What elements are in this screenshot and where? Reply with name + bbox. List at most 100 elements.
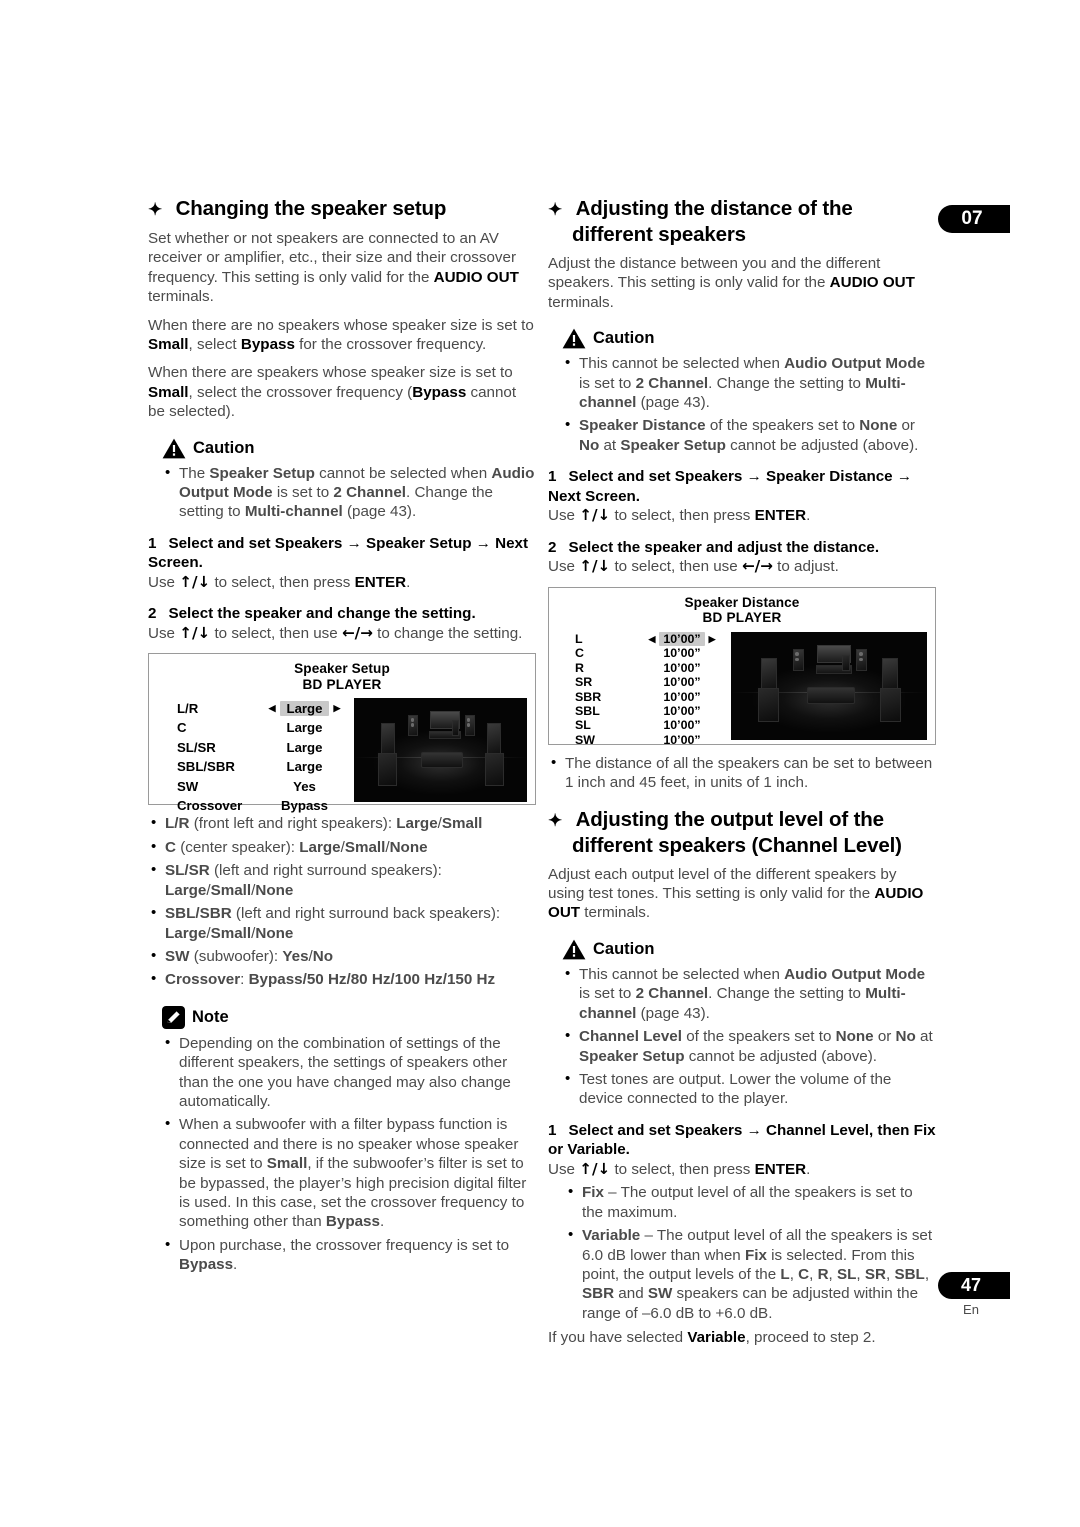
- osd-value[interactable]: Large: [279, 700, 330, 716]
- osd-value[interactable]: 10’00”: [659, 632, 705, 647]
- osd-value[interactable]: Bypass: [281, 798, 328, 813]
- warning-triangle-icon: [562, 328, 586, 349]
- osd-title: Speaker Distance: [684, 594, 800, 610]
- osd-value[interactable]: Large: [287, 740, 323, 755]
- note-item: Upon purchase, the crossover frequency i…: [162, 1235, 536, 1275]
- step-1: 1 Select and set Speakers → Speaker Setup…: [148, 534, 529, 592]
- note-body: Depending on the combination of settings…: [162, 1033, 536, 1275]
- caution-label: Caution: [593, 939, 655, 958]
- heading-changing-speaker-setup: ✦ Changing the speaker setup: [148, 197, 447, 220]
- caution-label: Caution: [593, 329, 655, 348]
- step-1: 1 Select and set Speakers → Speaker Dista…: [548, 468, 913, 525]
- intro-paragraph-distance: Adjust the distance between you and the …: [548, 255, 915, 311]
- note-header: Note: [162, 1005, 536, 1029]
- left-column: ✦ Changing the speaker setup Set whether…: [148, 196, 536, 1279]
- right-arrow-icon[interactable]: ▶: [333, 703, 340, 713]
- caution-item: This cannot be selected when Audio Outpu…: [562, 964, 936, 1023]
- caution-body: This cannot be selected when Audio Outpu…: [562, 964, 936, 1109]
- up-down-arrows-icon: ↑/↓: [179, 573, 211, 592]
- note-item: Depending on the combination of settings…: [162, 1033, 536, 1112]
- left-right-arrows-icon: ←/→: [741, 557, 773, 576]
- osd-subtitle: BD PLAYER: [702, 610, 782, 626]
- osd-row[interactable]: SW ◀Yes▶: [177, 776, 354, 796]
- left-arrow-icon[interactable]: ◀: [269, 703, 276, 713]
- intro-paragraph-1: Set whether or not speakers are connecte…: [148, 230, 519, 306]
- list-item: Fix – The output level of all the speake…: [565, 1182, 936, 1222]
- home-theater-room-image: [354, 698, 527, 803]
- osd-speaker-distance: Speaker Distance BD PLAYER L ◀ 10’00” ▶ C …: [548, 586, 936, 747]
- osd-value[interactable]: 10’00”: [659, 733, 704, 747]
- osd-value[interactable]: 10’00”: [659, 718, 704, 732]
- osd-subtitle: BD PLAYER: [302, 676, 382, 692]
- osd-value[interactable]: Large: [287, 759, 323, 774]
- caution-label: Caution: [193, 438, 255, 457]
- closing-paragraph: If you have selected Variable, proceed t…: [548, 1329, 876, 1347]
- osd-row[interactable]: L ◀ 10’00” ▶: [575, 632, 731, 647]
- caution-item: Test tones are output. Lower the volume …: [562, 1069, 936, 1109]
- list-item: C (center speaker): Large/Small/None: [148, 837, 536, 857]
- intro-paragraph-2: When there are no speakers whose speaker…: [148, 316, 534, 354]
- list-item: SW (subwoofer): Yes/No: [148, 946, 536, 966]
- step-2: 2 Select the speaker and change the setti…: [148, 605, 523, 643]
- osd-row[interactable]: SBL ◀10’00”▶: [575, 704, 731, 718]
- pencil-note-icon: [162, 1005, 185, 1029]
- warning-triangle-icon: [562, 939, 586, 960]
- intro-paragraph-3: When there are speakers whose speaker si…: [148, 364, 517, 421]
- home-theater-room-image: [731, 631, 927, 740]
- osd-row[interactable]: SR ◀10’00”▶: [575, 675, 731, 689]
- osd-value[interactable]: 10’00”: [659, 690, 704, 704]
- manual-page: 07 ✦ Changing the speaker setup Set whet…: [0, 0, 1080, 1527]
- osd-row[interactable]: SL/SR ◀Large▶: [177, 737, 354, 757]
- caution-item: Channel Level of the speakers set to Non…: [562, 1026, 936, 1066]
- caution-body: The Speaker Setup cannot be selected whe…: [162, 463, 536, 522]
- heading-adjusting-output-level: ✦ Adjusting the output level of the diff…: [548, 807, 902, 857]
- language-code: En: [963, 1302, 979, 1317]
- osd-row[interactable]: Crossover ◀Bypass▶: [177, 796, 354, 816]
- speaker-options-list: L/R (front left and right speakers): Lar…: [148, 813, 536, 989]
- osd-value[interactable]: 10’00”: [659, 675, 704, 689]
- caution-header: Caution: [562, 939, 936, 960]
- caution-header: Caution: [562, 328, 936, 349]
- list-item: SL/SR (left and right surround speakers)…: [148, 860, 536, 900]
- caution-item: The Speaker Setup cannot be selected whe…: [162, 463, 536, 522]
- list-item: SBL/SBR (left and right surround back sp…: [148, 903, 536, 943]
- diamond-bullet-icon: ✦: [548, 810, 563, 830]
- osd-speaker-setup: Speaker Setup BD PLAYER L/R ◀Large▶ C ◀L…: [148, 653, 536, 813]
- step-2: 2 Select the speaker and adjust the dista…: [548, 538, 880, 576]
- step-1-channel-level: 1 Select and set Speakers → Channel Level…: [548, 1121, 936, 1178]
- note-label: Note: [192, 1007, 229, 1026]
- osd-row[interactable]: L/R ◀ Large ▶: [177, 698, 354, 718]
- list-item: L/R (front left and right speakers): Lar…: [148, 813, 536, 833]
- intro-paragraph-channel-level: Adjust each output level of the differen…: [548, 865, 924, 922]
- osd-row[interactable]: SBL/SBR ◀Large▶: [177, 757, 354, 777]
- chapter-tab: 07: [938, 205, 1010, 233]
- left-right-arrows-icon: ←/→: [341, 624, 373, 643]
- osd-row[interactable]: SW ◀10’00”▶: [575, 733, 731, 747]
- osd-row[interactable]: C ◀10’00”▶: [575, 646, 731, 660]
- left-arrow-icon[interactable]: ◀: [648, 634, 655, 644]
- list-item: The distance of all the speakers can be …: [548, 753, 936, 793]
- osd-value[interactable]: Yes: [293, 779, 316, 794]
- page-number-badge: 47: [938, 1272, 1010, 1299]
- osd-row[interactable]: SL ◀10’00”▶: [575, 718, 731, 732]
- osd-value[interactable]: Large: [287, 720, 323, 735]
- caution-item: This cannot be selected when Audio Outpu…: [562, 353, 936, 412]
- osd-value[interactable]: 10’00”: [659, 704, 704, 718]
- caution-body: This cannot be selected when Audio Outpu…: [562, 353, 936, 455]
- up-down-arrows-icon: ↑/↓: [579, 557, 611, 576]
- up-down-arrows-icon: ↑/↓: [579, 1159, 611, 1178]
- osd-value[interactable]: 10’00”: [659, 646, 704, 660]
- osd-value[interactable]: 10’00”: [659, 661, 704, 675]
- list-item: Crossover: Bypass/50 Hz/80 Hz/100 Hz/150…: [148, 969, 536, 989]
- osd-row[interactable]: R ◀10’00”▶: [575, 661, 731, 675]
- warning-triangle-icon: [162, 438, 186, 459]
- osd-title: Speaker Setup: [294, 661, 390, 677]
- right-arrow-icon[interactable]: ▶: [709, 634, 716, 644]
- osd-row[interactable]: C ◀Large▶: [177, 718, 354, 738]
- heading-adjusting-distance: ✦ Adjusting the distance of the differen…: [548, 197, 853, 246]
- caution-header: Caution: [162, 438, 536, 459]
- diamond-bullet-icon: ✦: [548, 200, 563, 219]
- osd-row[interactable]: SBR ◀10’00”▶: [575, 689, 731, 704]
- fix-variable-list: Fix – The output level of all the speake…: [565, 1182, 936, 1323]
- note-item: When a subwoofer with a filter bypass fu…: [162, 1114, 536, 1231]
